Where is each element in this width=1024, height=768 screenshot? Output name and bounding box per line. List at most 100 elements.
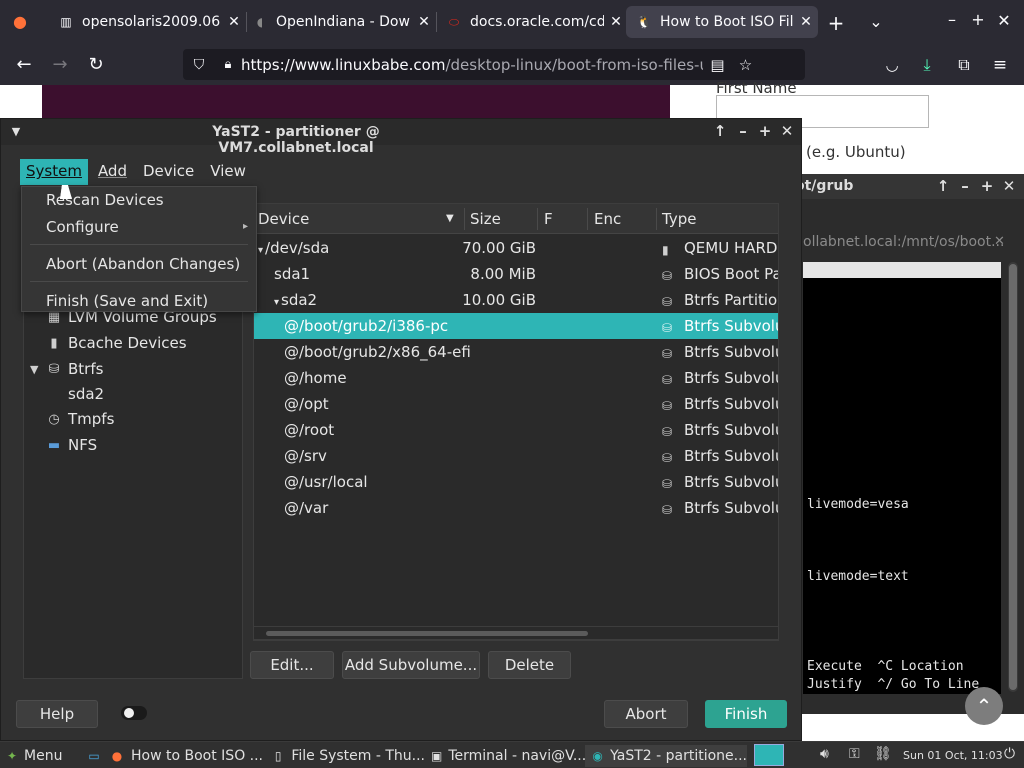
edit-button[interactable]: Edit... bbox=[250, 651, 334, 679]
terminal-tab-label[interactable]: ollabnet.local:/mnt/os/boot... bbox=[803, 234, 1004, 250]
power-menu-icon[interactable]: ⏻ bbox=[1004, 746, 1015, 762]
column-header-enc[interactable]: Enc bbox=[594, 210, 621, 228]
add-subvolume-button[interactable]: Add Subvolume... bbox=[342, 651, 480, 679]
nfs-icon: ▬ bbox=[47, 437, 61, 453]
url-bar[interactable]: ⛉ 🔒︎ https://www.linuxbabe.com /desktop-… bbox=[183, 49, 805, 80]
horizontal-scrollbar[interactable] bbox=[253, 626, 779, 640]
scrollbar-thumb[interactable] bbox=[266, 631, 588, 636]
table-row[interactable]: @/srv ⛁ Btrfs Subvolu bbox=[254, 443, 778, 469]
close-icon[interactable]: ✕ bbox=[1000, 177, 1018, 195]
table-row[interactable]: sda1 8.00 MiB ⛁ BIOS Boot Par bbox=[254, 261, 778, 287]
table-row[interactable]: @/home ⛁ Btrfs Subvolu bbox=[254, 365, 778, 391]
finish-button[interactable]: Finish bbox=[705, 700, 787, 728]
table-row[interactable]: @/var ⛁ Btrfs Subvolu bbox=[254, 495, 778, 521]
bookmark-star-icon[interactable]: ☆ bbox=[731, 56, 759, 74]
close-window-icon[interactable]: ✕ bbox=[993, 11, 1015, 30]
table-row[interactable]: ▾ sda2 10.00 GiB ⛁ Btrfs Partition bbox=[254, 287, 778, 313]
terminal-window[interactable]: ot/grub ↑ – + ✕ ollabnet.local:/mnt/os/b… bbox=[795, 174, 1024, 714]
table-row[interactable]: @/opt ⛁ Btrfs Subvolu bbox=[254, 391, 778, 417]
new-tab-icon[interactable]: + bbox=[825, 11, 847, 35]
menu-add[interactable]: Add bbox=[92, 159, 133, 185]
clock: Sun 01 Oct, 11:03 bbox=[903, 749, 1003, 762]
menu-item-finish[interactable]: Finish (Save and Exit) bbox=[22, 288, 256, 314]
close-icon[interactable]: ✕ bbox=[412, 14, 436, 30]
close-icon[interactable]: ✕ bbox=[604, 14, 628, 30]
reader-view-icon[interactable]: ▤ bbox=[703, 56, 731, 74]
table-row[interactable]: @/usr/local ⛁ Btrfs Subvolu bbox=[254, 469, 778, 495]
minimize-icon[interactable]: – bbox=[941, 10, 963, 29]
pocket-icon[interactable]: ◡ bbox=[879, 52, 905, 78]
download-icon[interactable]: ⤓ bbox=[914, 52, 940, 78]
tree-item-btrfs[interactable]: ▼ ⛁ Btrfs bbox=[30, 360, 103, 378]
table-row[interactable]: @/boot/grub2/i386-pc ⛁ Btrfs Subvolu bbox=[254, 313, 779, 339]
terminal-screen[interactable]: livemode=vesa livemode=text Execute ^C L… bbox=[803, 278, 1001, 694]
column-header-size[interactable]: Size bbox=[470, 210, 501, 228]
close-icon[interactable]: ✕ bbox=[794, 14, 818, 30]
menu-system[interactable]: System bbox=[20, 159, 88, 185]
theme-toggle[interactable] bbox=[121, 706, 147, 720]
tree-item-tmpfs[interactable]: ◷ Tmpfs bbox=[46, 410, 114, 428]
column-divider bbox=[464, 208, 465, 230]
delete-button[interactable]: Delete bbox=[488, 651, 571, 679]
keep-above-icon[interactable]: ↑ bbox=[711, 122, 729, 140]
extensions-icon[interactable]: ⧉ bbox=[951, 52, 977, 78]
maximize-icon[interactable]: + bbox=[756, 122, 774, 140]
terminal-scrollbar[interactable] bbox=[1008, 262, 1018, 692]
column-header-type[interactable]: Type bbox=[662, 210, 696, 228]
browser-tab-1[interactable]: ▥ opensolaris2009.06 ✕ bbox=[48, 6, 246, 38]
firefox-menu-icon[interactable]: ● bbox=[9, 12, 31, 31]
hamburger-menu-icon[interactable]: ≡ bbox=[987, 52, 1013, 78]
window-menu-icon[interactable]: ▼ bbox=[7, 125, 25, 138]
expander-icon[interactable]: ▾ bbox=[274, 297, 279, 308]
taskbar-task-firefox[interactable]: ● How to Boot ISO ... bbox=[103, 745, 265, 767]
taskbar-task-yast[interactable]: ◉ YaST2 - partitione... bbox=[585, 745, 747, 767]
back-icon[interactable]: ← bbox=[11, 52, 37, 78]
tree-item-nfs[interactable]: ▬ NFS bbox=[46, 436, 97, 454]
network-icon[interactable]: ⛓ bbox=[874, 746, 892, 762]
forward-icon[interactable]: → bbox=[47, 52, 73, 78]
minimize-icon[interactable]: – bbox=[956, 177, 974, 195]
reload-icon[interactable]: ↻ bbox=[83, 52, 109, 78]
table-row[interactable]: @/boot/grub2/x86_64-efi ⛁ Btrfs Subvolu bbox=[254, 339, 778, 365]
keep-above-icon[interactable]: ↑ bbox=[934, 177, 952, 195]
menu-view[interactable]: View bbox=[204, 159, 252, 185]
browser-tab-4[interactable]: 🐧 How to Boot ISO Fil ✕ bbox=[626, 6, 818, 38]
menu-item-rescan-devices[interactable]: Rescan Devices bbox=[22, 187, 256, 213]
tab-list-icon[interactable]: ⌄ bbox=[865, 12, 887, 31]
help-button[interactable]: Help bbox=[16, 700, 98, 728]
expander-icon[interactable]: ▼ bbox=[30, 363, 46, 376]
scroll-to-top-icon[interactable]: ⌃ bbox=[965, 687, 1003, 725]
column-header-f[interactable]: F bbox=[544, 210, 553, 228]
close-icon[interactable]: ✕ bbox=[778, 122, 796, 140]
taskbar-task-file-manager[interactable]: ▯ File System - Thu... bbox=[265, 745, 425, 767]
abort-button[interactable]: Abort bbox=[604, 700, 688, 728]
workspace-switcher[interactable] bbox=[754, 744, 784, 766]
type-label: Btrfs Subvolu bbox=[684, 317, 779, 335]
close-tab-icon[interactable]: ✕ bbox=[994, 234, 1005, 249]
scrollbar-thumb[interactable] bbox=[1009, 264, 1017, 690]
menu-device[interactable]: Device bbox=[137, 159, 200, 185]
lock-icon[interactable]: 🔒︎ bbox=[215, 57, 241, 72]
browser-tab-3[interactable]: ⬭ docs.oracle.com/cd ✕ bbox=[436, 6, 628, 38]
tree-item-bcache[interactable]: ▮ Bcache Devices bbox=[46, 334, 187, 352]
menu-item-configure[interactable]: Configure ▸ bbox=[22, 214, 256, 240]
shield-icon[interactable]: ⛉ bbox=[183, 57, 215, 73]
tree-item-sda2[interactable]: sda2 bbox=[68, 385, 104, 403]
volume-icon[interactable]: 🔊︎ bbox=[820, 746, 829, 762]
tab-title: opensolaris2009.06 bbox=[82, 14, 221, 30]
maximize-icon[interactable]: + bbox=[978, 177, 996, 195]
table-row[interactable]: ▾/dev/sda 70.00 GiB ▮ QEMU HARDD bbox=[254, 235, 778, 261]
minimize-icon[interactable]: – bbox=[734, 122, 752, 140]
start-menu-button[interactable]: ✦ Menu bbox=[2, 745, 62, 767]
type-cell: ⛁ Btrfs Subvolu bbox=[662, 499, 778, 517]
power-icon[interactable]: ⚿ bbox=[849, 746, 860, 762]
menu-item-abort[interactable]: Abort (Abandon Changes) bbox=[22, 251, 256, 277]
expander-icon[interactable]: ▾ bbox=[258, 245, 263, 256]
browser-tab-2[interactable]: ◖ OpenIndiana - Dow ✕ bbox=[242, 6, 436, 38]
taskbar-task-terminal[interactable]: ▣ Terminal - navi@V... bbox=[425, 745, 586, 767]
column-header-device[interactable]: Device bbox=[258, 210, 309, 228]
maximize-icon[interactable]: + bbox=[967, 10, 989, 29]
tree-item-label: Bcache Devices bbox=[68, 334, 187, 352]
table-row[interactable]: @/root ⛁ Btrfs Subvolu bbox=[254, 417, 778, 443]
sort-descending-icon[interactable]: ▼ bbox=[446, 213, 454, 224]
